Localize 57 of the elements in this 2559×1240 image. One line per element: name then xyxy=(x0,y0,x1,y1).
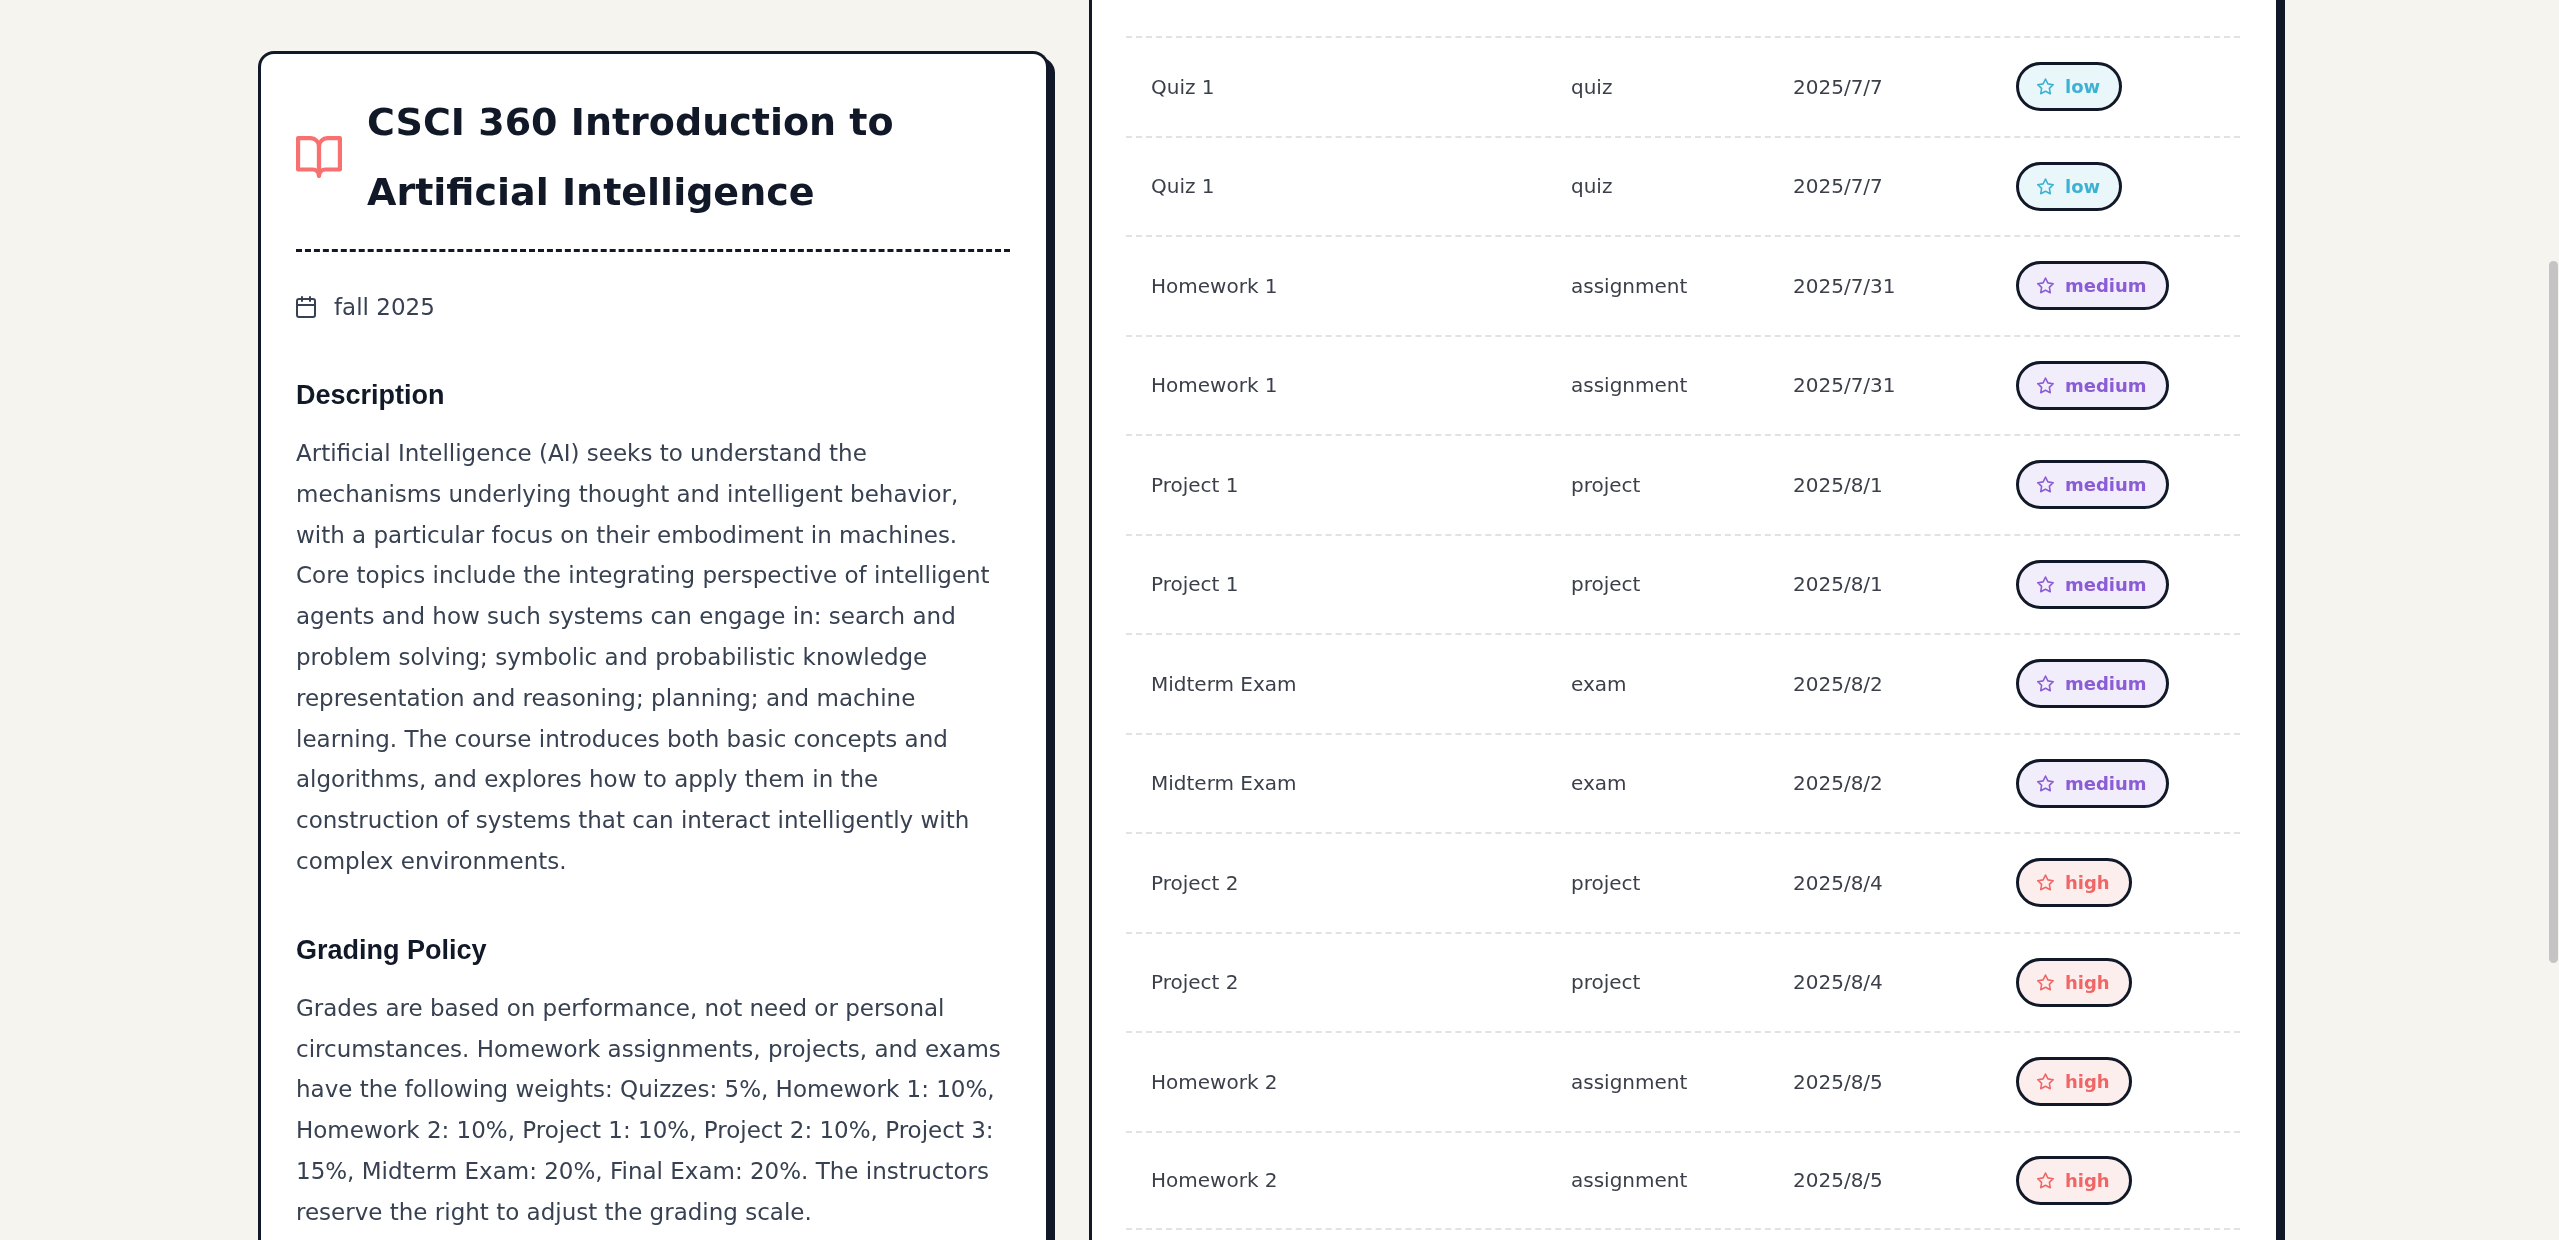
priority-badge: medium xyxy=(2016,659,2169,709)
table-cell: Project 2 xyxy=(1151,970,1239,995)
calendar-icon xyxy=(296,296,316,318)
course-title: CSCI 360 Introduction to Artificial Intelligence xyxy=(367,99,895,216)
table-cell: 2025/8/1 xyxy=(1793,572,1883,597)
table-cell: 2025/7/31 xyxy=(1793,273,1896,298)
table-cell: project xyxy=(1571,472,1641,497)
table-cell: project xyxy=(1571,870,1641,895)
table-cell: Homework 2 xyxy=(1151,1069,1278,1094)
table-cell: assignment xyxy=(1571,373,1688,398)
table-cell: Homework 1 xyxy=(1151,273,1278,298)
table-cell: Quiz 1 xyxy=(1151,174,1215,199)
table-cell: 2025/8/1 xyxy=(1793,472,1883,497)
table-cell: Project 1 xyxy=(1151,472,1239,497)
table-cell: quiz xyxy=(1571,174,1613,199)
book-icon xyxy=(296,135,342,179)
scrollbar-thumb[interactable] xyxy=(2549,261,2558,963)
table-cell: Homework 1 xyxy=(1151,373,1278,398)
section-heading: Description xyxy=(296,379,446,412)
table-cell: 2025/7/7 xyxy=(1793,174,1883,199)
table-cell: Project 1 xyxy=(1151,572,1239,597)
priority-badge: medium xyxy=(2016,460,2169,510)
table-cell: Midterm Exam xyxy=(1151,771,1297,796)
table-cell: 2025/8/2 xyxy=(1793,771,1883,796)
priority-badge: medium xyxy=(2016,261,2169,311)
term-label: fall 2025 xyxy=(334,293,435,322)
table-cell: Homework 2 xyxy=(1151,1168,1278,1193)
table-cell: 2025/7/31 xyxy=(1793,373,1896,398)
table-cell: project xyxy=(1571,970,1641,995)
table-cell: exam xyxy=(1571,771,1627,796)
section-heading: Grading Policy xyxy=(296,933,488,967)
table-cell: 2025/8/5 xyxy=(1793,1168,1883,1193)
table-cell: assignment xyxy=(1571,1069,1688,1094)
table-cell: assignment xyxy=(1571,1168,1688,1193)
table-cell: 2025/8/2 xyxy=(1793,671,1883,696)
table-cell: 2025/8/4 xyxy=(1793,870,1883,895)
table-cell: exam xyxy=(1571,671,1627,696)
table-cell: 2025/8/5 xyxy=(1793,1069,1883,1094)
priority-badge: medium xyxy=(2016,758,2169,808)
table-cell: quiz xyxy=(1571,74,1613,99)
section-text: Grades are based on performance, not need or personal circumstances. Homework assignments, projects, and exams have the following weights: Quizzes: 5%, Homework 1: 10%, Homework 2: 10%, Project 1: 10%, Project 2: 10%, Project 3: 15%, Midterm Exam: 20%, Final Exam: 20%. The instructors reserve the right to adjust the grading scale. xyxy=(296,993,1002,1227)
priority-badge: low xyxy=(2016,161,2123,211)
table-cell: project xyxy=(1571,572,1641,597)
priority-badge: high xyxy=(2016,1057,2132,1107)
priority-badge: high xyxy=(2016,858,2132,908)
table-cell: 2025/8/4 xyxy=(1793,970,1883,995)
table-cell: 2025/7/7 xyxy=(1793,74,1883,99)
priority-badge: high xyxy=(2016,1155,2132,1205)
priority-badge: high xyxy=(2016,957,2132,1007)
table-cell: assignment xyxy=(1571,273,1688,298)
table-cell: Quiz 1 xyxy=(1151,74,1215,99)
priority-badge: low xyxy=(2016,62,2123,112)
priority-badge: medium xyxy=(2016,360,2169,410)
table-cell: Midterm Exam xyxy=(1151,671,1297,696)
priority-badge: medium xyxy=(2016,559,2169,609)
table-cell: Project 2 xyxy=(1151,870,1239,895)
section-text: Artificial Intelligence (AI) seeks to understand the mechanisms underlying thought and intelligent behavior, with a particular focus on their embodiment in machines. Core topics include the integrating perspective of intelligent agents and how such systems can engage in: search and problem solving; symbolic and probabilistic knowledge representation and reasoning; planning; and machine learning. The course introduces both basic concepts and algorithms, and explores how to apply them in the construction of systems that can interact intelligently with complex environments. xyxy=(296,439,991,876)
